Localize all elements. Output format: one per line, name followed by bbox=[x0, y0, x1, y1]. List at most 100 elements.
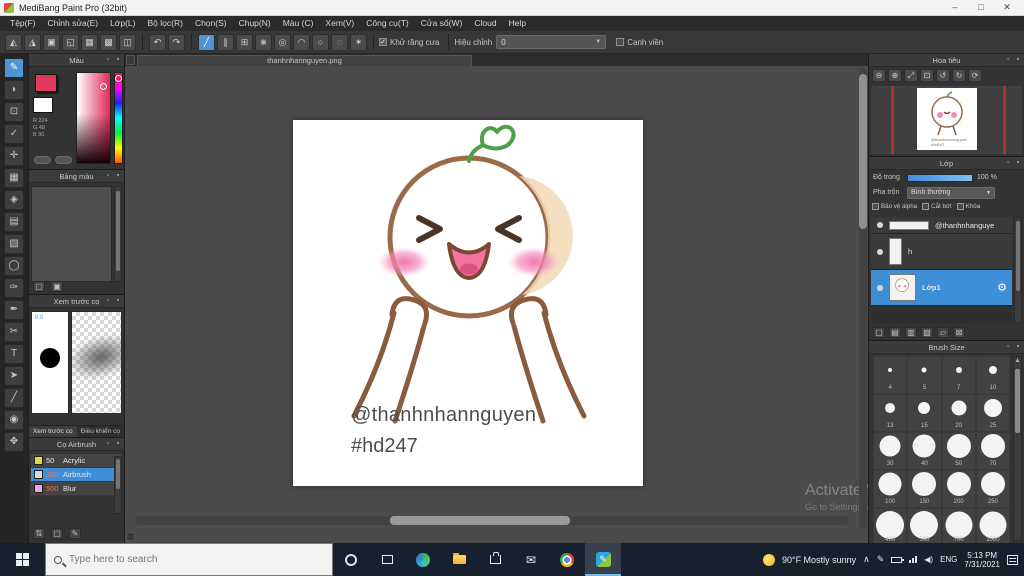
menu-tools[interactable]: Công cụ(T) bbox=[360, 16, 415, 31]
chrome-button[interactable] bbox=[549, 543, 585, 576]
delete-color-icon[interactable]: ▣ bbox=[51, 281, 63, 292]
magic-wand-tool[interactable]: ✓ bbox=[4, 124, 24, 144]
medibang-taskbar-button[interactable]: ✎ bbox=[585, 543, 621, 576]
select-eraser-tool[interactable]: ✒ bbox=[4, 300, 24, 320]
cortana-button[interactable] bbox=[333, 543, 369, 576]
brush-size-option[interactable]: 40 bbox=[907, 432, 942, 470]
menu-select[interactable]: Chọn(S) bbox=[189, 16, 233, 31]
scroll-up-icon[interactable]: ▲ bbox=[1014, 357, 1021, 366]
clock[interactable]: 5:13 PM 7/31/2021 bbox=[964, 551, 1000, 569]
blend-mode-dropdown[interactable]: Bình thường ▼ bbox=[907, 186, 995, 199]
edge-checkbox[interactable] bbox=[616, 38, 625, 46]
lock-checkbox[interactable] bbox=[956, 203, 964, 210]
palette-scrollbar[interactable] bbox=[114, 186, 122, 282]
minimize-button[interactable]: – bbox=[942, 0, 968, 15]
layer-row-layer1[interactable]: Lớp1 ⚙ bbox=[871, 270, 1012, 306]
store-button[interactable] bbox=[477, 543, 513, 576]
tab-brush-control[interactable]: Điều khiển cọ bbox=[76, 425, 124, 437]
layer-list-scrollbar[interactable] bbox=[1014, 217, 1022, 323]
panel-menu-icon[interactable]: ▫ bbox=[104, 172, 112, 180]
brush-tool[interactable]: ✎ bbox=[4, 58, 24, 78]
horizontal-scroll-thumb[interactable] bbox=[390, 516, 570, 525]
export-file-icon[interactable]: ◱ bbox=[62, 33, 79, 51]
brush-item-acrylic[interactable]: 50 Acrylic bbox=[31, 454, 122, 468]
menu-window[interactable]: Cửa sổ(W) bbox=[415, 16, 469, 31]
brush-size-option[interactable]: 25 bbox=[975, 394, 1010, 432]
open-file-icon[interactable]: ◮ bbox=[24, 33, 41, 51]
menu-help[interactable]: Help bbox=[503, 16, 532, 31]
battery-icon[interactable] bbox=[891, 556, 905, 563]
panel-close-icon[interactable]: ▪ bbox=[114, 56, 122, 64]
snap-ellipse-icon[interactable]: ○ bbox=[312, 33, 329, 51]
lasso-tool[interactable]: ◯ bbox=[4, 256, 24, 276]
canvas-horizontal-scrollbar[interactable] bbox=[135, 516, 848, 525]
brush-size-label[interactable]: 8.0 bbox=[35, 315, 43, 321]
new-folder-icon[interactable]: ▱ bbox=[937, 327, 949, 338]
taskbar-search[interactable] bbox=[45, 543, 333, 576]
brush-size-option[interactable]: 400 bbox=[873, 508, 908, 543]
palette-area[interactable] bbox=[31, 186, 112, 282]
panel-close-icon[interactable]: ▪ bbox=[114, 440, 122, 448]
panel-close-icon[interactable]: ▪ bbox=[114, 297, 122, 305]
brush-item-airbrush[interactable]: 100 Airbrush bbox=[31, 468, 122, 482]
task-view-button[interactable] bbox=[369, 543, 405, 576]
transfer-layer-icon[interactable]: ▧ bbox=[921, 327, 933, 338]
move-tool[interactable]: ✛ bbox=[4, 146, 24, 166]
rotate-left-icon[interactable]: ↺ bbox=[936, 69, 950, 82]
reset-view-icon[interactable]: ⟳ bbox=[968, 69, 982, 82]
canvas-rotate-icon[interactable]: ◫ bbox=[119, 33, 136, 51]
brush-size-option[interactable]: 700 bbox=[941, 508, 976, 543]
undo-icon[interactable]: ↶ bbox=[149, 33, 166, 51]
new-layer-icon[interactable]: ▢ bbox=[873, 327, 885, 338]
brush-size-option[interactable]: 5 bbox=[907, 356, 942, 394]
delete-layer-icon[interactable]: ⊠ bbox=[953, 327, 965, 338]
brush-item-blur[interactable]: 500 Blur bbox=[31, 482, 122, 496]
canvas-vertical-scrollbar[interactable] bbox=[859, 68, 867, 529]
reorder-brush-icon[interactable]: ⇅ bbox=[33, 528, 45, 539]
foreground-color-swatch[interactable] bbox=[35, 74, 57, 92]
brush-size-scrollbar[interactable]: ▲ bbox=[1013, 356, 1022, 541]
brush-settings-icon[interactable]: ✎ bbox=[69, 528, 81, 539]
zoom-in-icon[interactable]: ⊕ bbox=[888, 69, 902, 82]
brush-size-option[interactable]: 1000 bbox=[975, 508, 1010, 543]
volume-icon[interactable]: ◀) bbox=[924, 555, 933, 564]
pen-tray-icon[interactable]: ✎ bbox=[877, 554, 885, 565]
document-tab[interactable]: thanhnhannguyen.png bbox=[137, 55, 472, 66]
tab-scroll-button[interactable] bbox=[126, 55, 135, 65]
brush-size-option[interactable]: 250 bbox=[975, 470, 1010, 508]
rotate-right-icon[interactable]: ↻ bbox=[952, 69, 966, 82]
antialias-checkbox[interactable]: ✓ bbox=[379, 38, 387, 46]
correction-dropdown[interactable]: 0 ▼ bbox=[496, 35, 607, 49]
text-tool[interactable]: T bbox=[4, 344, 24, 364]
menu-cloud[interactable]: Cloud bbox=[468, 16, 502, 31]
snap-crisscross-icon[interactable]: ⊞ bbox=[236, 33, 253, 51]
zoom-out-icon[interactable]: ⊖ bbox=[872, 69, 886, 82]
close-button[interactable]: ✕ bbox=[994, 0, 1020, 15]
panel-close-icon[interactable]: ▪ bbox=[1014, 56, 1022, 64]
select-pen-tool[interactable]: ✑ bbox=[4, 278, 24, 298]
saturation-picker[interactable] bbox=[76, 72, 111, 164]
clipping-checkbox[interactable] bbox=[922, 203, 930, 210]
brush-size-option[interactable]: 100 bbox=[873, 470, 908, 508]
canvas-resize-icon[interactable]: ▦ bbox=[81, 33, 98, 51]
brush-size-option[interactable]: 13 bbox=[873, 394, 908, 432]
visibility-eye-icon[interactable] bbox=[877, 284, 883, 291]
dot-tool[interactable]: ⊡ bbox=[4, 102, 24, 122]
tab-brush-preview[interactable]: Xem trước cọ bbox=[29, 425, 77, 437]
visibility-eye-icon[interactable] bbox=[877, 222, 883, 228]
snap-curve-icon[interactable]: ◠ bbox=[293, 33, 310, 51]
start-button[interactable] bbox=[0, 543, 45, 576]
add-brush-icon[interactable]: ▢ bbox=[51, 528, 63, 539]
menu-view[interactable]: Xem(V) bbox=[319, 16, 360, 31]
gradient-tool[interactable]: ▤ bbox=[4, 212, 24, 232]
snap-radial-icon[interactable]: ◎ bbox=[274, 33, 291, 51]
color-mode-button-2[interactable] bbox=[55, 156, 72, 164]
brush-size-option[interactable]: 4 bbox=[873, 356, 908, 394]
layer-settings-gear-icon[interactable]: ⚙ bbox=[997, 281, 1007, 294]
hand-tool[interactable]: ✥ bbox=[4, 432, 24, 452]
new-file-icon[interactable]: ◭ bbox=[5, 33, 22, 51]
action-center-icon[interactable] bbox=[1007, 554, 1018, 565]
weather-text[interactable]: 90°F Mostly sunny bbox=[782, 555, 856, 565]
canvas-crop-icon[interactable]: ▩ bbox=[100, 33, 117, 51]
snap-settings-icon[interactable]: ✶ bbox=[350, 33, 367, 51]
